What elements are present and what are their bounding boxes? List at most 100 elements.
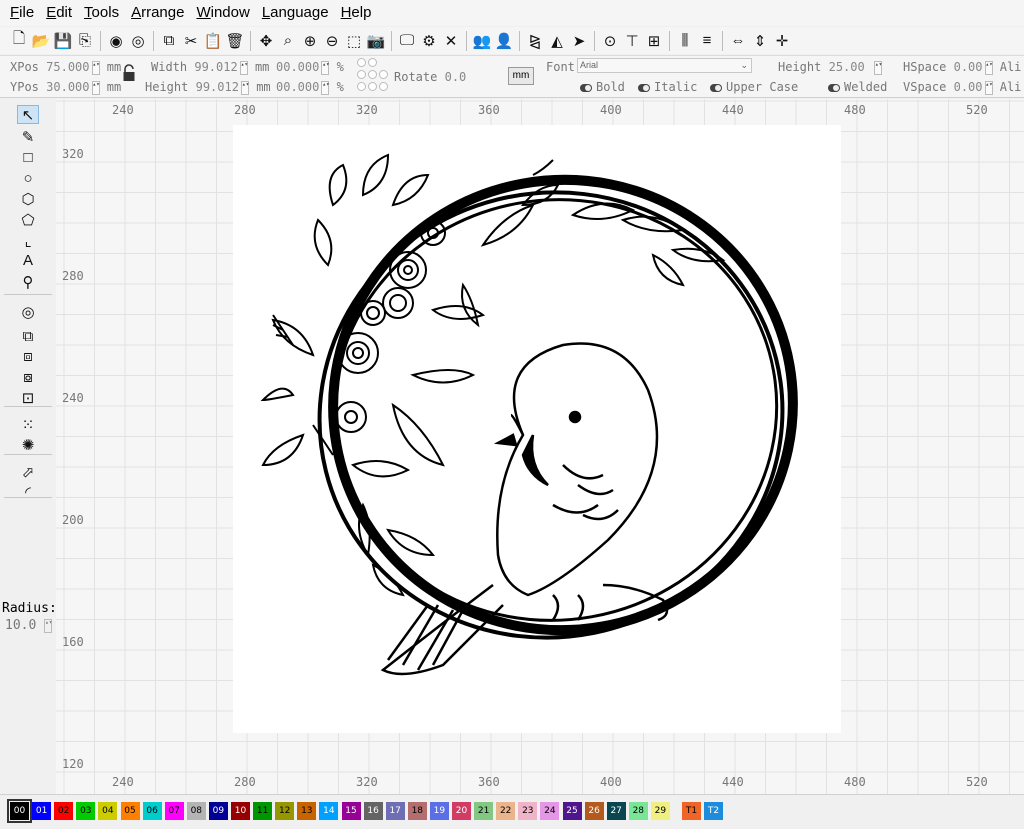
exclude-icon[interactable]: ⊡ (17, 388, 39, 407)
send-icon[interactable]: ➤ (568, 30, 590, 52)
design-canvas[interactable]: 240 280 320 360 400 440 480 520 240 280 320 360 400… (56, 99, 1024, 794)
ypos-value[interactable]: 30.000 (46, 80, 89, 94)
align-v-icon[interactable]: ⫼ (674, 30, 696, 52)
layer-swatch-12[interactable]: 12 (275, 802, 295, 820)
bird-wreath-artwork[interactable] (233, 125, 841, 733)
scale-y-field[interactable]: 00.000 ▴▾ % (276, 78, 344, 96)
xpos-field[interactable]: XPos 75.000 ▴▾ mm (10, 58, 121, 76)
layer-swatch-25[interactable]: 25 (562, 802, 582, 820)
zoom-in-icon[interactable]: ⊕ (299, 30, 321, 52)
italic-toggle[interactable]: Italic (638, 78, 697, 96)
width-value[interactable]: 99.012 (194, 60, 237, 74)
cut-icon[interactable]: ✂ (180, 30, 202, 52)
layer-swatch-18[interactable]: 18 (407, 802, 427, 820)
layer-swatch-11[interactable]: 11 (253, 802, 273, 820)
unit-button[interactable]: mm (508, 67, 534, 85)
hspace-value[interactable]: 0.00 (954, 60, 983, 74)
open-folder-icon[interactable]: 📂 (30, 30, 52, 52)
mirror-icon[interactable]: ⧎ (524, 30, 546, 52)
anchor-mc[interactable] (368, 70, 377, 79)
font-height-field[interactable]: Height 25.00 ▴▾ (778, 58, 882, 76)
layer-swatch-10[interactable]: 10 (231, 802, 250, 820)
subtract-icon[interactable]: ⧈ (17, 347, 39, 366)
xpos-value[interactable]: 75.000 (46, 60, 89, 74)
anchor-ml[interactable] (357, 70, 366, 79)
width-spinner[interactable]: ▴▾ (239, 60, 248, 75)
pen-icon[interactable]: ✎ (17, 127, 39, 146)
width-field[interactable]: Width 99.012 ▴▾ mm (151, 58, 269, 76)
font-height-value[interactable]: 25.00 (829, 60, 865, 74)
distribute-icon[interactable]: ⊞ (643, 30, 665, 52)
menu-file[interactable]: File (4, 0, 40, 26)
scale-x-field[interactable]: 00.000 ▴▾ % (276, 58, 344, 76)
layer-swatch-27[interactable]: 27 (606, 802, 626, 820)
layer-swatch-t2[interactable]: T2 (704, 802, 723, 820)
layer-swatch-13[interactable]: 13 (297, 802, 317, 820)
menu-window[interactable]: Window (190, 0, 255, 26)
height-value[interactable]: 99.012 (196, 80, 239, 94)
spacing-icon[interactable]: ⇔ (727, 30, 749, 52)
upper-case-toggle[interactable]: Upper Case (710, 78, 798, 96)
gap-icon[interactable]: ✛ (771, 30, 793, 52)
scale-x-spinner[interactable]: ▴▾ (321, 60, 330, 75)
rotate-value[interactable]: 0.0 (445, 70, 467, 84)
menu-language[interactable]: Language (256, 0, 335, 26)
layer-swatch-08[interactable]: 08 (186, 802, 206, 820)
copy-icon[interactable]: ⧉ (158, 30, 180, 52)
vspace-value[interactable]: 0.00 (954, 80, 983, 94)
vspace-spinner[interactable]: ▴▾ (984, 80, 993, 95)
radius-input[interactable]: 10.0 ▴▾ (5, 618, 52, 633)
circular-array-icon[interactable]: ✺ (17, 435, 39, 454)
layer-swatch-07[interactable]: 07 (164, 802, 184, 820)
scale-y-value[interactable]: 00.000 (276, 80, 319, 94)
bold-toggle[interactable]: Bold (580, 78, 625, 96)
layer-swatch-14[interactable]: 14 (319, 802, 339, 820)
anchor-bc[interactable] (368, 82, 377, 91)
anchor-bl[interactable] (357, 82, 366, 91)
node-edit-icon[interactable]: ⬀ (17, 462, 39, 481)
menu-edit[interactable]: Edit (40, 0, 78, 26)
layer-swatch-16[interactable]: 16 (363, 802, 383, 820)
align-h-icon[interactable]: ≡ (696, 30, 718, 52)
anchor-grid[interactable] (357, 58, 389, 94)
ellipse-icon[interactable]: ○ (17, 169, 39, 188)
round-corner-icon[interactable]: ◜ (17, 482, 39, 501)
scale-y-spinner[interactable]: ▴▾ (321, 80, 330, 95)
save-icon[interactable]: 💾 (52, 30, 74, 52)
lock-ratio-icon[interactable] (122, 64, 136, 82)
anchor-tc[interactable] (368, 58, 377, 67)
tools-icon[interactable]: ✕ (440, 30, 462, 52)
select-box-icon[interactable]: ⬚ (343, 30, 365, 52)
layer-swatch-20[interactable]: 20 (452, 802, 471, 820)
array-icon[interactable]: ⁙ (17, 415, 39, 434)
layer-swatch-04[interactable]: 04 (98, 802, 118, 820)
hspace-spinner[interactable]: ▴▾ (984, 60, 993, 75)
center-icon[interactable]: ⊙ (599, 30, 621, 52)
layer-swatch-24[interactable]: 24 (540, 802, 560, 820)
select-pointer-icon[interactable]: ↖ (17, 105, 39, 124)
monitor-icon[interactable]: 🖵 (396, 30, 418, 52)
star-icon[interactable]: ⬠ (17, 210, 39, 229)
layer-swatch-21[interactable]: 21 (474, 802, 494, 820)
layer-swatch-19[interactable]: 19 (429, 802, 449, 820)
anchor-mr[interactable] (379, 70, 388, 79)
paste-icon[interactable]: 📋 (202, 30, 224, 52)
ypos-spinner[interactable]: ▴▾ (91, 80, 100, 95)
layer-swatch-00[interactable]: 00 (7, 799, 32, 823)
zoom-icon[interactable]: ⌕ (277, 30, 299, 52)
layer-swatch-29[interactable]: 29 (650, 802, 670, 820)
equal-icon[interactable]: ⇕ (749, 30, 771, 52)
xpos-spinner[interactable]: ▴▾ (91, 60, 100, 75)
zoom-out-icon[interactable]: ⊖ (321, 30, 343, 52)
layer-swatch-22[interactable]: 22 (496, 802, 516, 820)
layer-swatch-05[interactable]: 05 (120, 802, 140, 820)
new-file-icon[interactable]: 🗋 (8, 30, 30, 52)
rotate-field[interactable]: Rotate 0.0 (394, 68, 466, 86)
user-icon[interactable]: 👤 (493, 30, 515, 52)
move-icon[interactable]: ✥ (255, 30, 277, 52)
welded-toggle[interactable]: Welded (828, 78, 887, 96)
export-icon[interactable]: ⎘ (74, 30, 96, 52)
circle-tool-icon[interactable]: ◉ (105, 30, 127, 52)
intersect-icon[interactable]: ⧇ (17, 368, 39, 387)
camera-icon[interactable]: 📷 (365, 30, 387, 52)
